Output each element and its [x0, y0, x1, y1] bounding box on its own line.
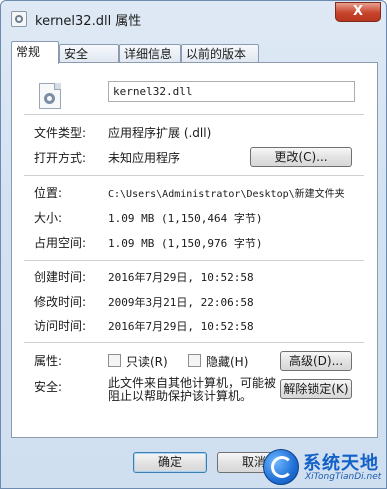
title-bar[interactable]: kernel32.dll 属性 X	[1, 1, 386, 35]
tab-general[interactable]: 常规	[11, 41, 59, 64]
tab-security[interactable]: 安全	[59, 44, 119, 63]
watermark-subtitle: XiTongTianDi.net	[305, 472, 382, 482]
created-label: 创建时间:	[34, 270, 87, 284]
modified-value: 2009年3月21日, 22:06:58	[108, 296, 254, 309]
file-type-label: 文件类型:	[34, 126, 87, 140]
attributes-label: 属性:	[34, 354, 63, 368]
file-type-value: 应用程序扩展 (.dll)	[108, 126, 212, 140]
size-on-disk-label: 占用空间:	[34, 236, 87, 250]
dll-file-icon	[11, 11, 27, 27]
location-value: C:\Users\Administrator\Desktop\新建文件夹	[108, 189, 345, 200]
watermark-logo-icon	[263, 449, 299, 485]
accessed-value: 2016年7月29日, 10:52:58	[108, 320, 254, 333]
security-warning-text: 此文件来自其他计算机，可能被阻止以帮助保护该计算机。	[108, 376, 277, 403]
divider	[24, 260, 364, 261]
change-button[interactable]: 更改(C)...	[250, 147, 352, 167]
tab-strip: 常规 安全 详细信息 以前的版本	[11, 41, 379, 64]
dll-file-icon	[39, 83, 61, 109]
site-watermark: 系统天地 XiTongTianDi.net	[263, 445, 387, 489]
readonly-label[interactable]: 只读(R)	[126, 353, 168, 370]
open-with-label: 打开方式:	[34, 151, 87, 165]
tab-details[interactable]: 详细信息	[119, 44, 181, 63]
divider	[24, 342, 364, 343]
unblock-button[interactable]: 解除锁定(K)	[280, 379, 352, 399]
readonly-checkbox[interactable]	[108, 354, 121, 367]
window-title: kernel32.dll 属性	[35, 14, 142, 29]
ok-button[interactable]: 确定	[133, 452, 207, 473]
filename-field[interactable]: kernel32.dll	[108, 81, 355, 102]
close-button[interactable]: X	[335, 2, 381, 22]
accessed-label: 访问时间:	[34, 319, 87, 333]
tab-previous-versions[interactable]: 以前的版本	[181, 44, 259, 63]
created-value: 2016年7月29日, 10:52:58	[108, 271, 254, 284]
modified-label: 修改时间:	[34, 295, 87, 309]
general-panel: kernel32.dll 文件类型: 应用程序扩展 (.dll) 打开方式: 未…	[11, 62, 378, 438]
advanced-button[interactable]: 高级(D)...	[280, 351, 352, 371]
hidden-label[interactable]: 隐藏(H)	[206, 353, 248, 370]
hidden-checkbox[interactable]	[188, 354, 201, 367]
divider	[24, 175, 364, 176]
location-label: 位置:	[34, 186, 63, 200]
size-on-disk-value: 1.09 MB (1,150,976 字节)	[108, 237, 263, 250]
size-value: 1.09 MB (1,150,464 字节)	[108, 212, 263, 225]
security-label: 安全:	[34, 380, 63, 394]
divider	[24, 114, 364, 115]
size-label: 大小:	[34, 211, 63, 225]
properties-dialog: kernel32.dll 属性 X 常规 安全 详细信息 以前的版本 kerne…	[0, 0, 387, 489]
open-with-value: 未知应用程序	[108, 151, 181, 165]
